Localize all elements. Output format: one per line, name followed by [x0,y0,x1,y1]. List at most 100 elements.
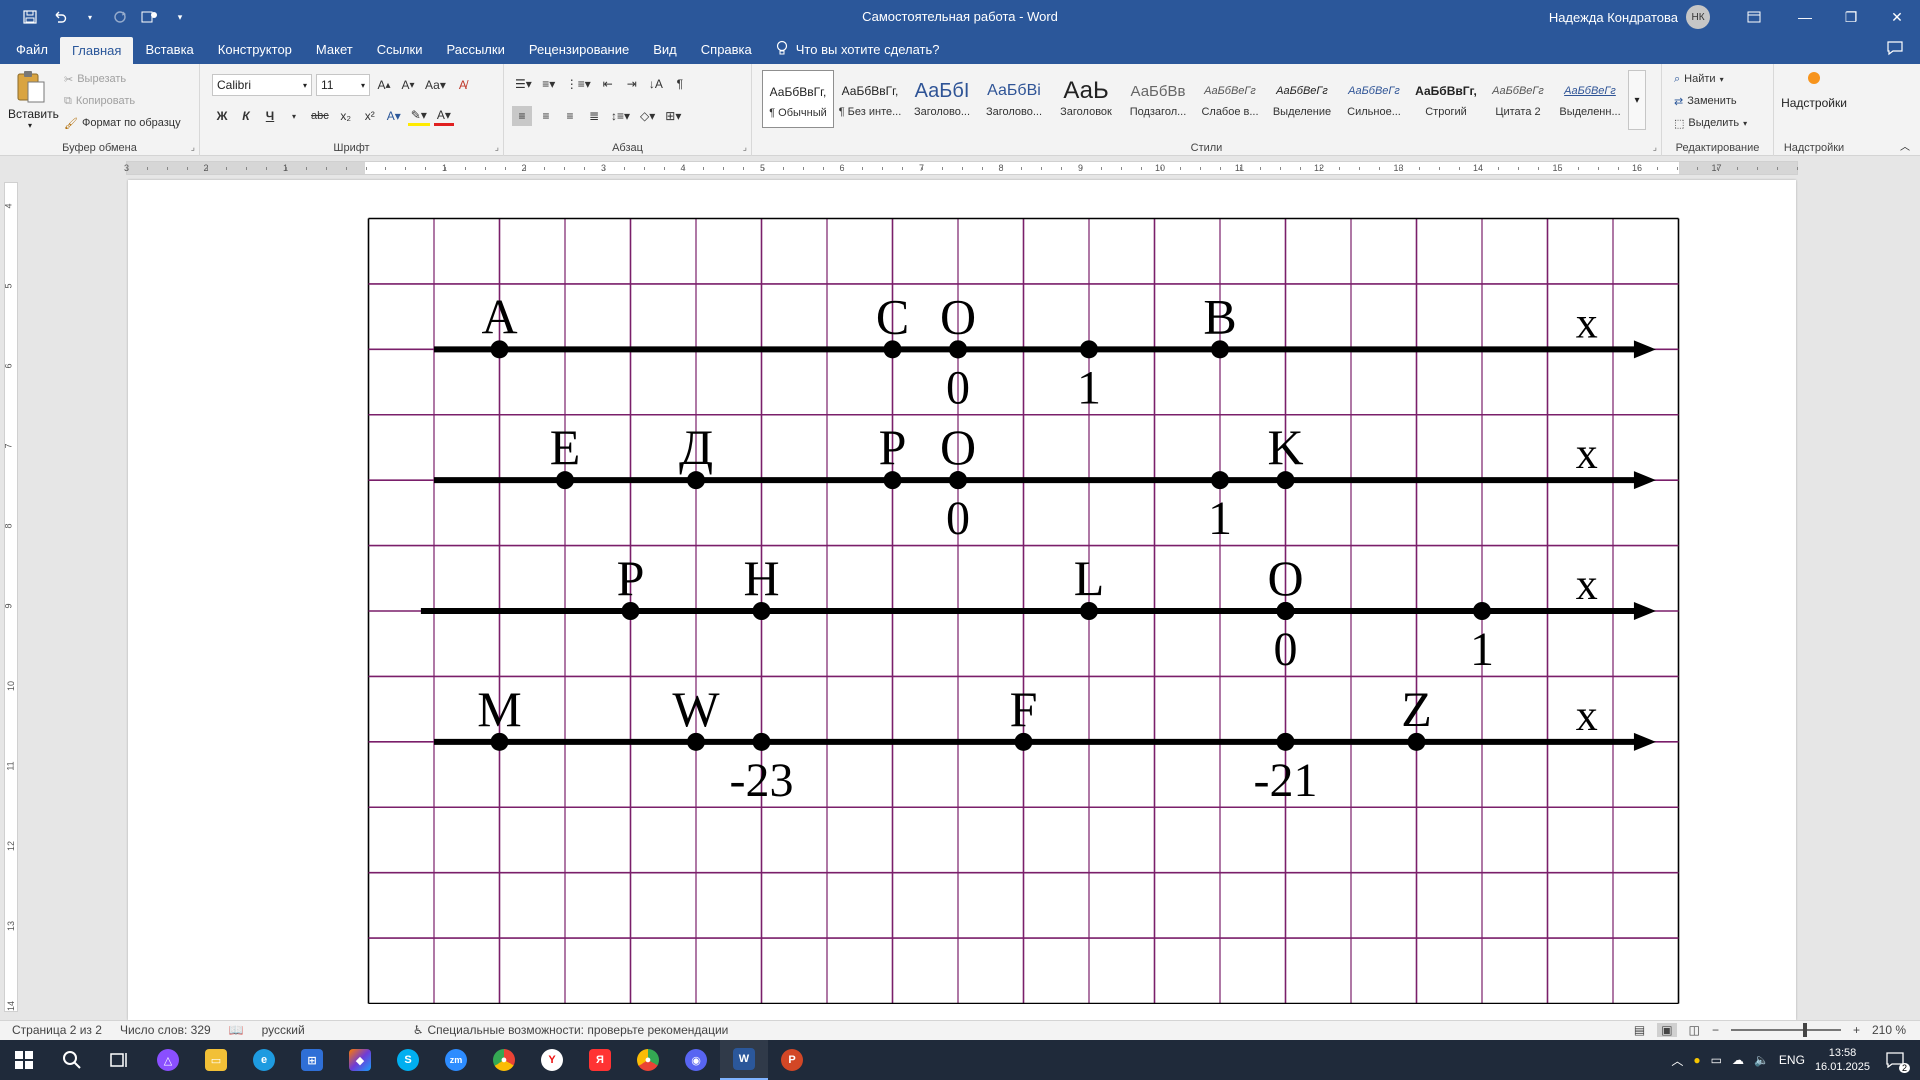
undo-icon[interactable] [48,6,72,28]
qat-menu-icon[interactable]: ▾ [168,6,192,28]
grow-font-icon[interactable]: A ▴ [374,75,394,95]
edge-icon[interactable]: e [240,1040,288,1080]
style-strong[interactable]: АаБбВвГг, Строгий [1410,70,1482,128]
style-heading-2[interactable]: АаБбВі Заголово... [978,70,1050,128]
notifications-icon[interactable]: 2 [1880,1047,1910,1073]
style-quote-2[interactable]: АаБбВеГг Цитата 2 [1482,70,1554,128]
chrome-2-icon[interactable]: ● [624,1040,672,1080]
dialog-launcher-icon[interactable]: ⌟ [191,142,195,153]
chrome-icon[interactable]: ● [480,1040,528,1080]
discord-icon[interactable]: ◉ [672,1040,720,1080]
highlight-icon[interactable]: ✎▾ [407,106,430,126]
tab-view[interactable]: Вид [641,34,689,64]
comments-icon[interactable] [1886,40,1904,59]
numbering-icon[interactable]: ≡▾ [539,74,559,94]
volume-icon[interactable]: 🔈 [1754,1053,1769,1067]
clock[interactable]: 13:58 16.01.2025 [1815,1046,1870,1074]
yandex-browser-icon[interactable]: Y [528,1040,576,1080]
chevron-up-icon[interactable]: ︿ [1671,1052,1683,1069]
user-account[interactable]: Надежда Кондратова НК [1549,5,1710,29]
print-layout-icon[interactable]: ▣ [1657,1023,1677,1037]
italic-button[interactable]: К [236,106,256,126]
select-button[interactable]: ⬚ Выделить ▾ [1674,112,1747,134]
tab-help[interactable]: Справка [689,34,764,64]
align-left-icon[interactable]: ≡ [512,106,532,126]
superscript-button[interactable]: x² [360,106,380,126]
addins-button[interactable]: Надстройки [1778,72,1850,110]
find-button[interactable]: ⌕ Найти ▾ [1674,68,1724,90]
page-count[interactable]: Страница 2 из 2 [12,1023,102,1037]
styles-more-icon[interactable]: ▾ [1628,70,1646,130]
ribbon-display-icon[interactable] [1726,0,1782,34]
language-indicator[interactable]: ENG [1779,1053,1805,1067]
horizontal-ruler[interactable]: 3211234567891011121314151617 [0,157,1920,179]
zoom-slider[interactable] [1730,1023,1841,1037]
format-painter-button[interactable]: 🖌 Формат по образцу [64,112,181,134]
start-button[interactable] [0,1040,48,1080]
skype-icon[interactable]: S [384,1040,432,1080]
style-subtitle[interactable]: АаБбВв Подзагол... [1122,70,1194,128]
alice-icon[interactable]: △ [144,1040,192,1080]
zoom-level[interactable]: 210 % [1872,1023,1906,1037]
bullets-icon[interactable]: ☰▾ [512,74,535,94]
close-icon[interactable]: ✕ [1874,0,1920,34]
read-mode-icon[interactable]: ▤ [1634,1023,1645,1037]
clear-format-icon[interactable]: A̸ [453,75,473,95]
style-intense-quote[interactable]: АаБбВеГг Выделенн... [1554,70,1626,128]
tab-insert[interactable]: Вставка [133,34,205,64]
word-count[interactable]: Число слов: 329 [120,1023,211,1037]
align-right-icon[interactable]: ≡ [560,106,580,126]
style-intense-emphasis[interactable]: АаБбВеГг Сильное... [1338,70,1410,128]
tab-design[interactable]: Конструктор [206,34,304,64]
yandex-icon[interactable]: Я [576,1040,624,1080]
zoom-app-icon[interactable]: zm [432,1040,480,1080]
borders-icon[interactable]: ⊞▾ [662,106,684,126]
customize-icon[interactable] [138,6,162,28]
font-name-combo[interactable]: Calibri ▾ [212,74,312,96]
sort-icon[interactable]: ↓A [646,74,666,94]
style-no-spacing[interactable]: АаБбВвГг, ¶ Без инте... [834,70,906,128]
language[interactable]: русский [262,1023,305,1037]
redo-icon[interactable] [108,6,132,28]
style-heading-1[interactable]: АаБбІ Заголово... [906,70,978,128]
style-title[interactable]: АаЬ Заголовок [1050,70,1122,128]
word-icon[interactable]: W [720,1040,768,1080]
align-center-icon[interactable]: ≡ [536,106,556,126]
yandex-disk-icon[interactable]: ● [1693,1053,1700,1067]
style-emphasis[interactable]: АаБбВеГг Выделение [1266,70,1338,128]
proofing-icon[interactable]: 📖 [229,1023,244,1037]
display-icon[interactable]: ▭ [1711,1053,1722,1067]
pilcrow-icon[interactable]: ¶ [670,74,690,94]
task-view-icon[interactable] [96,1040,144,1080]
paste-button[interactable]: Вставить ▾ [8,68,59,130]
style-normal[interactable]: АаБбВвГг, ¶ Обычный [762,70,834,128]
shrink-font-icon[interactable]: A ▾ [398,75,418,95]
powerpoint-icon[interactable]: P [768,1040,816,1080]
shading-icon[interactable]: ◇▾ [637,106,658,126]
underline-button[interactable]: Ч [260,106,280,126]
tab-references[interactable]: Ссылки [365,34,435,64]
save-icon[interactable] [18,6,42,28]
chevron-down-icon[interactable]: ▾ [78,6,102,28]
tab-layout[interactable]: Макет [304,34,365,64]
tell-me-search[interactable]: Что вы хотите сделать? [776,34,939,64]
multilevel-list-icon[interactable]: ⋮≡▾ [563,74,594,94]
style-subtle-emphasis[interactable]: АаБбВеГг Слабое в... [1194,70,1266,128]
cut-button[interactable]: ✂ Вырезать [64,68,126,90]
tab-file[interactable]: Файл [4,34,60,64]
replace-button[interactable]: ⇄ Заменить [1674,90,1737,112]
text-effects-icon[interactable]: A▾ [384,106,404,126]
dialog-launcher-icon[interactable]: ⌟ [495,142,499,153]
search-icon[interactable] [48,1040,96,1080]
change-case-button[interactable]: Аа ▾ [422,75,449,95]
vertical-ruler[interactable]: 4 5 6 7 8 9 10 11 12 13 14 [0,182,22,1012]
increase-indent-icon[interactable]: ⇥ [622,74,642,94]
decrease-indent-icon[interactable]: ⇤ [598,74,618,94]
line-spacing-icon[interactable]: ↕≡▾ [608,106,633,126]
font-color-icon[interactable]: A▾ [433,106,454,126]
web-layout-icon[interactable]: ◫ [1689,1023,1700,1037]
zoom-thumb[interactable] [1802,1023,1807,1037]
dialog-launcher-icon[interactable]: ⌟ [1653,142,1657,153]
tab-home[interactable]: Главная [59,37,134,64]
zoom-out-icon[interactable]: − [1712,1023,1719,1037]
